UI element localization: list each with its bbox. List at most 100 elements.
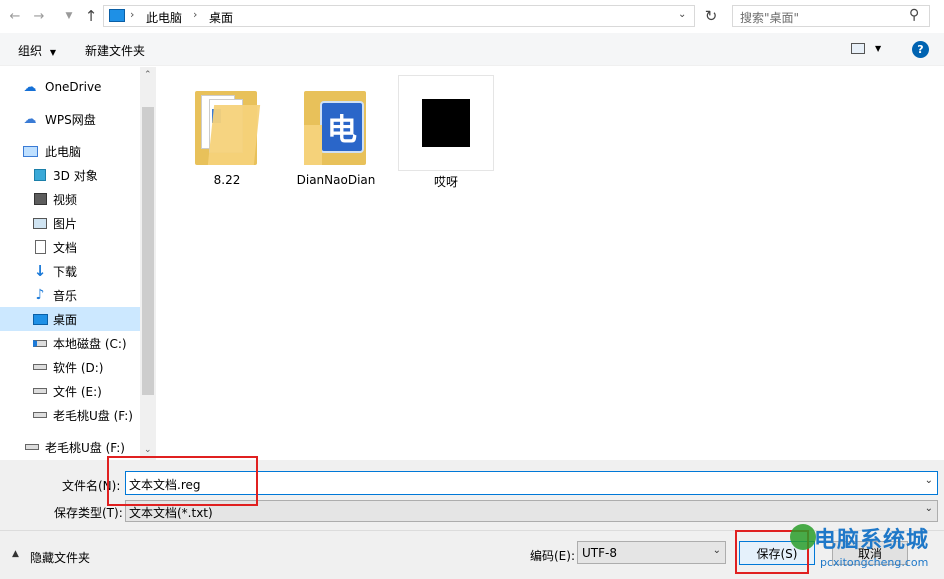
sidebar-item-label: 桌面 xyxy=(53,312,78,327)
cube-icon xyxy=(32,167,48,183)
breadcrumb-separator-icon: › xyxy=(130,8,135,21)
filetype-dropdown-icon[interactable]: ⌄ xyxy=(925,503,933,514)
breadcrumb-desktop[interactable]: 桌面 xyxy=(209,9,233,26)
computer-icon xyxy=(22,143,38,159)
search-icon[interactable]: ⚲ xyxy=(909,7,919,23)
sidebar-item-label: 音乐 xyxy=(53,288,78,303)
sidebar-item-label: 文档 xyxy=(53,240,78,255)
recent-chevron-icon[interactable]: ▼ xyxy=(60,6,78,26)
search-placeholder: 搜索"桌面" xyxy=(740,11,800,25)
hide-folders-button[interactable]: 隐藏文件夹 xyxy=(30,549,90,566)
sidebar-item-downloads[interactable]: ↓ 下载 xyxy=(0,259,140,283)
scrollbar-thumb[interactable] xyxy=(142,107,154,395)
cloud-outline-icon: ☁ xyxy=(23,111,37,127)
sidebar-item-label: 本地磁盘 (C:) xyxy=(53,336,127,351)
filetype-value: 文本文档(*.txt) xyxy=(129,506,213,520)
filename-dropdown-icon[interactable]: ⌄ xyxy=(925,475,933,486)
refresh-icon[interactable]: ↻ xyxy=(700,5,722,27)
sidebar-item-music[interactable]: ♪ 音乐 xyxy=(0,283,140,307)
black-image-icon xyxy=(398,75,494,171)
drive-icon xyxy=(32,359,48,375)
folder-icon xyxy=(195,85,261,165)
sidebar-item-videos[interactable]: 视频 xyxy=(0,187,140,211)
search-input[interactable]: 搜索"桌面" ⚲ xyxy=(732,5,930,27)
file-name: 哎呀 xyxy=(433,175,458,189)
sidebar-item-label: 文件 (E:) xyxy=(53,384,102,399)
encoding-dropdown-icon[interactable]: ⌄ xyxy=(713,545,721,556)
sidebar-item-this-pc[interactable]: 此电脑 xyxy=(0,139,140,163)
save-dialog: ← → ▼ ↑ › 此电脑 › 桌面 ⌄ ↻ 搜索"桌面" ⚲ 组织 ▼ 新建文… xyxy=(0,0,944,579)
divider xyxy=(0,530,944,531)
scroll-up-icon[interactable]: ⌃ xyxy=(144,70,152,80)
breadcrumb-this-pc[interactable]: 此电脑 xyxy=(146,9,182,26)
folder-app-icon: 电 xyxy=(304,85,366,165)
up-arrow-icon[interactable]: ↑ xyxy=(82,6,100,26)
sidebar-item-label: 3D 对象 xyxy=(53,168,98,183)
drive-c-icon xyxy=(32,335,48,351)
filetype-label: 保存类型(T): xyxy=(54,506,123,520)
filetype-select[interactable]: 文本文档(*.txt) ⌄ xyxy=(125,500,938,522)
chevron-up-icon[interactable]: ▲ xyxy=(12,549,19,559)
file-name: 8.22 xyxy=(213,173,241,187)
back-arrow-icon[interactable]: ← xyxy=(6,6,24,26)
address-bar[interactable]: › 此电脑 › 桌面 ⌄ xyxy=(103,5,695,27)
file-list: 8.22 电 DianNaoDian 哎呀 xyxy=(156,67,944,460)
sidebar-item-drive-e[interactable]: 文件 (E:) xyxy=(0,379,140,403)
encoding-label: 编码(E): xyxy=(530,549,575,563)
video-icon xyxy=(32,191,48,207)
file-item[interactable]: 哎呀 xyxy=(398,75,494,189)
sidebar-item-label: 下载 xyxy=(53,264,78,279)
organize-button[interactable]: 组织 ▼ xyxy=(18,42,56,59)
cancel-button[interactable]: 取消 xyxy=(832,541,908,565)
scroll-down-icon[interactable]: ⌄ xyxy=(144,445,152,455)
navigation-pane: ☁ OneDrive ☁ WPS网盘 此电脑 3D 对象 视频 图片 文档 ↓ xyxy=(0,67,156,460)
sidebar-item-label: WPS网盘 xyxy=(45,112,96,127)
sidebar-item-label: OneDrive xyxy=(45,80,102,94)
address-dropdown-icon[interactable]: ⌄ xyxy=(678,9,686,20)
save-panel: 文件名(N): 文本文档.reg ⌄ 保存类型(T): 文本文档(*.txt) … xyxy=(0,460,944,579)
file-item[interactable]: 8.22 xyxy=(179,75,275,187)
file-name: DianNaoDian xyxy=(296,173,376,187)
usb-drive-icon xyxy=(24,439,40,455)
breadcrumb-separator-icon: › xyxy=(193,8,198,21)
sidebar-item-label: 老毛桃U盘 (F:) xyxy=(45,440,125,455)
sidebar-item-documents[interactable]: 文档 xyxy=(0,235,140,259)
sidebar-item-label: 视频 xyxy=(53,192,78,207)
sidebar-item-usb-root[interactable]: 老毛桃U盘 (F:) xyxy=(0,435,140,459)
sidebar-item-pictures[interactable]: 图片 xyxy=(0,211,140,235)
sidebar-item-label: 此电脑 xyxy=(45,144,82,159)
filename-label: 文件名(N): xyxy=(62,479,121,493)
desktop-icon xyxy=(109,9,125,22)
sidebar-item-wps[interactable]: ☁ WPS网盘 xyxy=(0,107,140,131)
sidebar-scrollbar[interactable]: ⌃ ⌄ xyxy=(140,67,156,460)
file-item[interactable]: 电 DianNaoDian xyxy=(288,75,384,187)
filename-value: 文本文档.reg xyxy=(129,478,201,492)
sidebar-item-3d-objects[interactable]: 3D 对象 xyxy=(0,163,140,187)
encoding-select[interactable]: UTF-8 ⌄ xyxy=(577,541,726,564)
sidebar-item-drive-f[interactable]: 老毛桃U盘 (F:) xyxy=(0,403,140,427)
sidebar-item-drive-d[interactable]: 软件 (D:) xyxy=(0,355,140,379)
help-icon[interactable]: ? xyxy=(912,41,929,58)
usb-drive-icon xyxy=(32,407,48,423)
filename-input[interactable]: 文本文档.reg ⌄ xyxy=(125,471,938,495)
view-chevron-icon[interactable]: ▼ xyxy=(875,44,881,53)
app-badge: 电 xyxy=(320,101,364,153)
sidebar-item-label: 老毛桃U盘 (F:) xyxy=(53,408,133,423)
sidebar-item-onedrive[interactable]: ☁ OneDrive xyxy=(0,75,140,99)
chevron-down-icon: ▼ xyxy=(49,48,56,57)
save-button[interactable]: 保存(S) xyxy=(739,541,815,565)
sidebar-item-desktop[interactable]: 桌面 xyxy=(0,307,140,331)
desktop-icon xyxy=(32,311,48,327)
sidebar-item-drive-c[interactable]: 本地磁盘 (C:) xyxy=(0,331,140,355)
document-icon xyxy=(32,239,48,255)
command-bar: 组织 ▼ 新建文件夹 ▼ ? xyxy=(0,33,944,66)
new-folder-button[interactable]: 新建文件夹 xyxy=(85,42,145,59)
forward-arrow-icon[interactable]: → xyxy=(30,6,48,26)
view-options-icon[interactable] xyxy=(851,43,865,54)
picture-icon xyxy=(32,215,48,231)
encoding-value: UTF-8 xyxy=(582,546,617,560)
sidebar-item-label: 软件 (D:) xyxy=(53,360,104,375)
organize-label: 组织 xyxy=(18,44,43,58)
drive-icon xyxy=(32,383,48,399)
download-icon: ↓ xyxy=(33,262,47,280)
